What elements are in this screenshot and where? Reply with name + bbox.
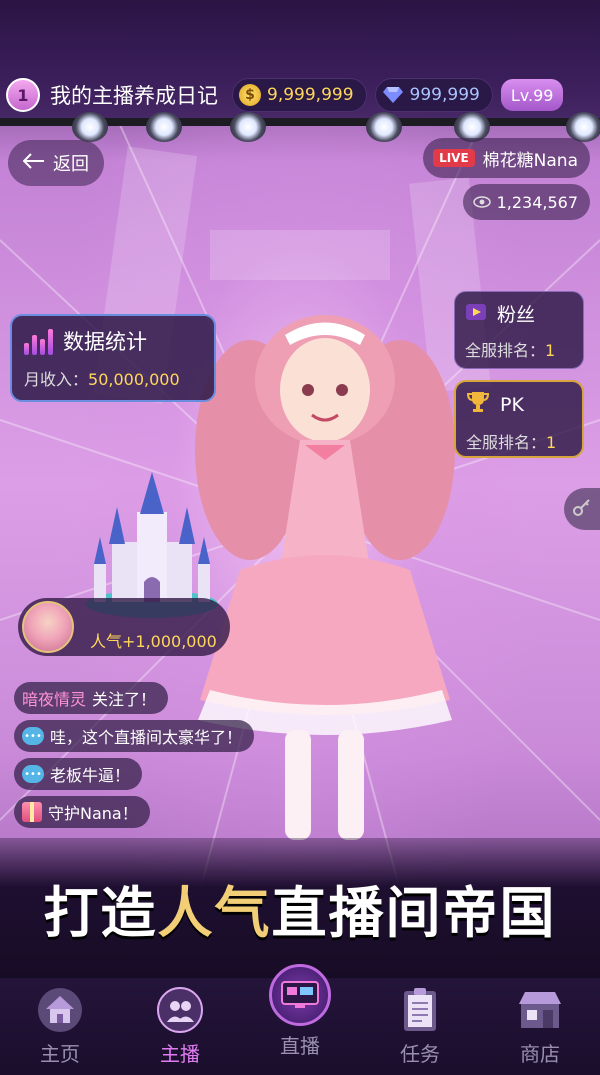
spotlight [146,112,182,142]
chat-bubble-icon: ••• [22,765,44,783]
chat-text: 哇，这个直播间太豪华了！ [50,728,243,747]
pk-rank-card[interactable]: PK 全服排名：1 [454,380,584,458]
bar-chart-icon [24,327,53,355]
coin-value: 9,999,999 [267,85,354,105]
tab-shop[interactable]: 商店 [480,978,600,1075]
eye-icon [472,193,491,212]
chat-text: 守护Nana！ [48,804,138,823]
tab-home[interactable]: 主页 [0,978,120,1075]
back-label: 返回 [53,154,89,175]
viewer-count: 1,234,567 [462,184,590,220]
task-icon [396,986,444,1034]
gift-popularity-text: 人气+1,000,000 [90,632,217,651]
live-tv-icon [269,964,331,1026]
side-drawer-handle[interactable] [564,488,600,530]
key-icon [573,498,591,520]
viewer-count-value: 1,234,567 [496,192,578,212]
fans-rank-value: 1 [545,341,556,360]
slogan-part-2: 人气 [157,881,272,945]
chat-message: 暗夜情灵 关注了！ [14,682,169,714]
tab-tasks-label: 任务 [400,1042,440,1066]
tab-live-label: 直播 [280,1034,320,1058]
diamond-icon [382,86,404,104]
fans-rank-title: 粉丝 [497,304,536,326]
tab-streamer[interactable]: 主播 [120,978,240,1075]
stats-card[interactable]: 数据统计 月收入：50,000,000 [10,314,216,402]
pk-rank-value: 1 [546,433,557,452]
chat-message: 守护Nana！ [14,796,150,828]
gift-notification: 人气+1,000,000 [18,598,230,656]
tab-live[interactable]: 直播 [240,964,360,1075]
streamer-name-pill[interactable]: LIVE 棉花糖Nana [423,138,590,178]
streamer-name: 棉花糖Nana [482,150,578,171]
coin-icon: $ [239,84,261,106]
live-badge: LIVE [433,149,475,167]
fans-rank-label: 全服排名： [465,341,546,360]
chat-message: ••• 哇，这个直播间太豪华了！ [14,720,255,752]
fans-rank-card[interactable]: 粉丝 全服排名：1 [454,291,584,369]
slogan-part-3: 直播间帝国 [271,881,557,945]
streamer-icon [156,986,204,1034]
trophy-icon [466,390,490,419]
chat-text: 老板牛逼！ [50,766,131,785]
tab-tasks[interactable]: 任务 [360,978,480,1075]
chat-text: 关注了！ [92,690,157,709]
bottom-tab-bar: 主页 主播 直播 任务 商店 [0,964,600,1075]
chat-bubble-icon: ••• [22,727,44,745]
pk-rank-label: 全服排名： [466,433,547,452]
shop-icon [516,986,564,1034]
spotlight [230,112,266,142]
chat-message: ••• 老板牛逼！ [14,758,143,790]
arrow-left-icon [22,152,45,174]
income-value: 50,000,000 [88,370,180,389]
stats-title: 数据统计 [63,330,147,354]
tab-home-label: 主页 [40,1042,80,1066]
level-number-badge[interactable]: 1 [6,78,40,112]
promo-slogan: 打造人气直播间帝国 [43,868,556,948]
gift-icon [22,802,42,822]
diamond-value: 999,999 [409,85,480,105]
chat-username[interactable]: 暗夜情灵 [22,686,86,710]
header-row: 1 我的主播养成日记 $ 9,999,999 999,999 Lv.99 [6,76,564,114]
slogan-part-1: 打造 [43,881,158,945]
pk-rank-title: PK [500,393,524,416]
level-badge[interactable]: Lv.99 [500,79,564,111]
back-button[interactable]: 返回 [8,140,104,186]
tab-shop-label: 商店 [520,1042,560,1066]
avatar[interactable] [22,601,74,653]
home-icon [36,986,84,1034]
promo-banner: 打造人气直播间帝国 [0,838,600,978]
tab-streamer-label: 主播 [160,1042,200,1066]
spotlight [72,112,108,142]
income-label: 月收入： [24,370,89,389]
app-title: 我的主播养成日记 [50,84,218,108]
streamer-character-illustration [180,310,470,850]
fans-icon [465,301,487,326]
diamond-balance[interactable]: 999,999 [374,78,493,112]
spotlight [366,112,402,142]
coin-balance[interactable]: $ 9,999,999 [232,78,367,112]
